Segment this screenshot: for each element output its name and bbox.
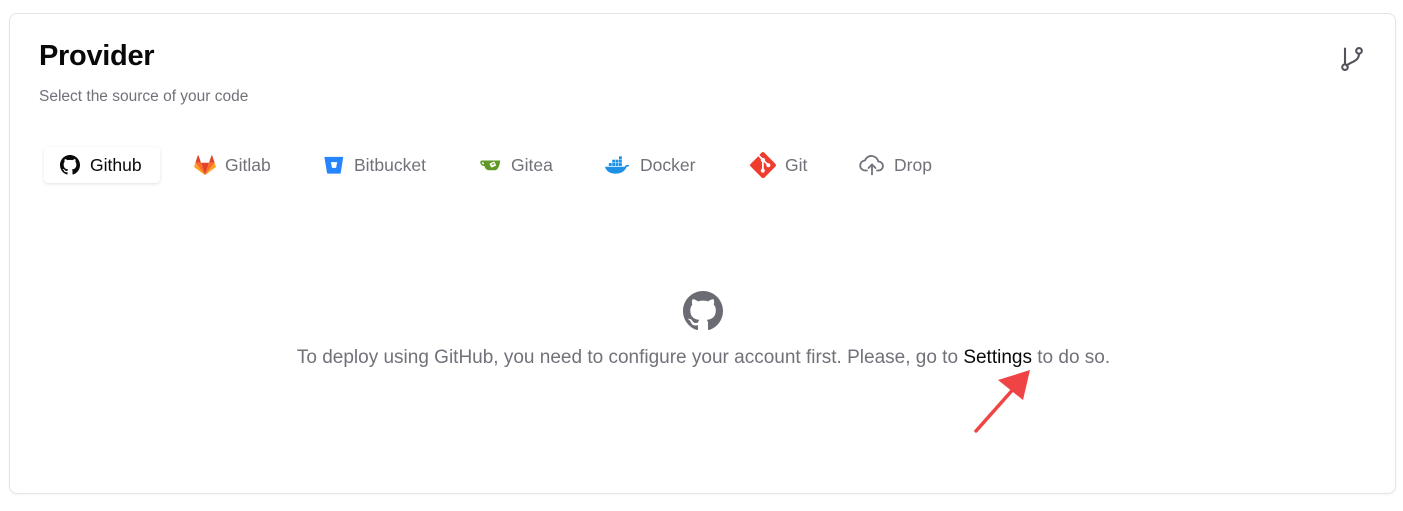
cloud-upload-icon [859,154,885,176]
settings-link[interactable]: Settings [963,347,1032,368]
empty-state-message: To deploy using GitHub, you need to conf… [10,347,1397,369]
git-icon [750,152,776,178]
tab-label: Drop [894,154,932,175]
tab-label: Bitbucket [354,154,426,175]
github-icon [59,154,81,176]
red-arrow-icon [974,370,1030,433]
tab-label: Gitlab [225,154,271,175]
bitbucket-icon [323,154,345,176]
page-title: Provider [39,40,155,72]
tab-git[interactable]: Git [750,147,807,183]
github-icon [683,291,723,331]
gitea-icon [480,154,502,176]
tab-label: Gitea [511,154,553,175]
tab-drop[interactable]: Drop [859,147,932,183]
gitlab-icon [194,154,216,176]
page-subtitle: Select the source of your code [39,88,249,105]
docker-icon [604,154,631,176]
tab-label: Git [785,154,808,175]
tab-docker[interactable]: Docker [604,147,695,183]
provider-card: Provider Select the source of your code … [9,13,1396,494]
message-text-before: To deploy using GitHub, you need to conf… [296,347,964,368]
tab-github[interactable]: Github [44,147,160,183]
tab-gitea[interactable]: Gitea [480,147,553,183]
tab-gitlab[interactable]: Gitlab [194,147,271,183]
tab-bitbucket[interactable]: Bitbucket [323,147,426,183]
tab-label: Github [90,154,142,175]
tab-label: Docker [640,154,696,175]
git-branch-icon [1341,46,1363,72]
message-text-after: to do so. [1031,347,1111,368]
